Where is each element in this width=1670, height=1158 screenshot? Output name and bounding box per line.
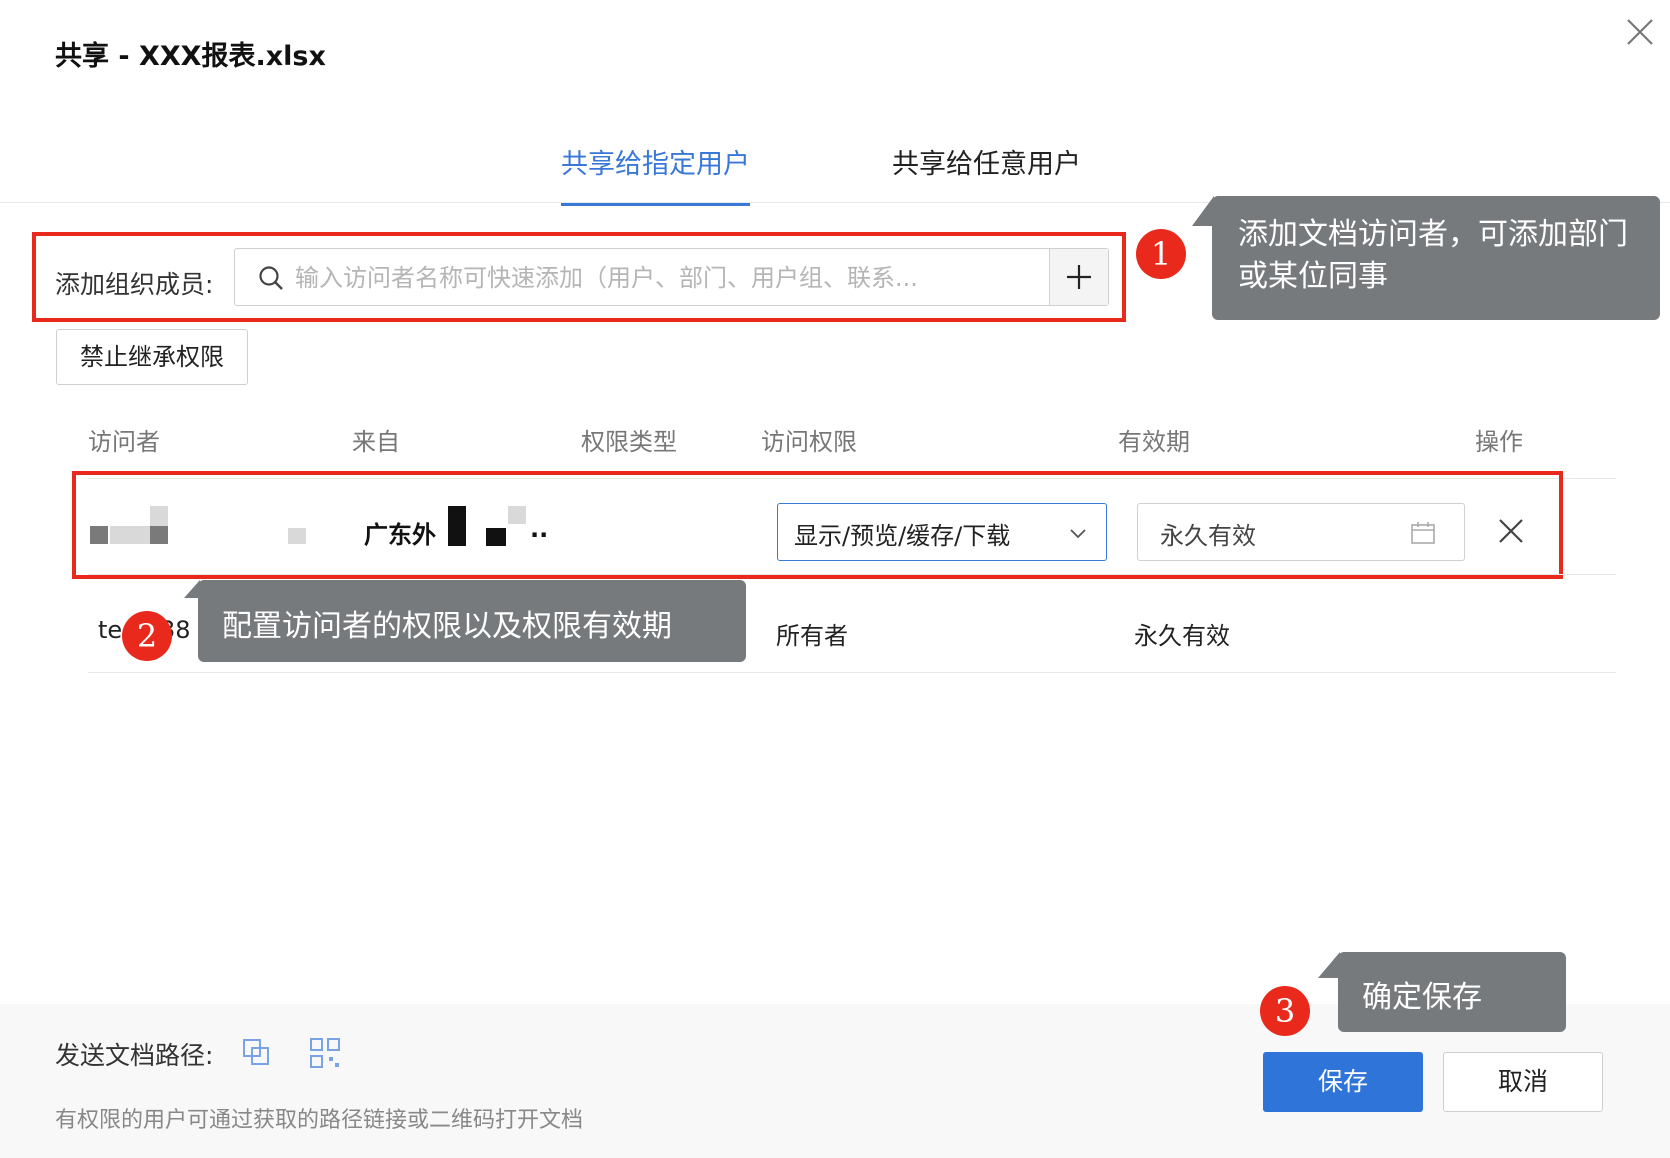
delete-icon [1499, 519, 1523, 543]
annotation-tooltip-3: 确定保存 [1338, 952, 1566, 1032]
annotation-badge-3: 3 [1260, 986, 1310, 1036]
annotation-text-1: 添加文档访问者，可添加部门或某位同事 [1238, 217, 1628, 294]
tooltip-pointer-2 [184, 580, 200, 598]
annotation-badge-1: 1 [1136, 229, 1186, 279]
send-path-hint: 有权限的用户可通过获取的路径链接或二维码打开文档 [55, 1108, 584, 1133]
table-row-2-visitor: te [98, 616, 123, 644]
column-header-from: 来自 [352, 428, 400, 456]
access-permission-select[interactable]: 显示/预览/缓存/下载 [777, 503, 1107, 561]
tab-share-specified-users[interactable]: 共享给指定用户 [561, 142, 750, 206]
tab-bar: 共享给指定用户 共享给任意用户 [0, 130, 1670, 206]
add-member-button[interactable] [1049, 249, 1108, 305]
annotation-tooltip-2: 配置访问者的权限以及权限有效期 [198, 580, 746, 662]
column-header-visitor: 访问者 [88, 428, 160, 456]
tab-share-any-users[interactable]: 共享给任意用户 [892, 142, 1081, 203]
table-row-1-from: 广东外 [364, 521, 436, 549]
column-header-permission-type: 权限类型 [581, 428, 677, 456]
save-button[interactable]: 保存 [1263, 1052, 1423, 1112]
chevron-down-icon [1070, 529, 1086, 539]
qrcode-icon[interactable] [308, 1036, 342, 1070]
table-row-1-from-redacted [444, 506, 544, 550]
plus-icon [1067, 265, 1091, 289]
annotation-text-3: 确定保存 [1362, 980, 1482, 1015]
annotation-badge-2: 2 [122, 611, 172, 661]
cancel-button[interactable]: 取消 [1443, 1052, 1603, 1112]
annotation-text-2: 配置访问者的权限以及权限有效期 [222, 609, 672, 644]
calendar-icon [1411, 522, 1435, 544]
delete-visitor-button[interactable] [1492, 512, 1530, 550]
search-input[interactable] [293, 259, 1032, 297]
copy-link-icon[interactable] [240, 1036, 274, 1070]
table-row-1-from-ellipsis: .. [530, 515, 549, 543]
disable-inheritance-button[interactable]: 禁止继承权限 [56, 329, 248, 385]
tooltip-pointer-1 [1192, 196, 1214, 226]
table-divider [88, 672, 1616, 673]
table-row-2-validity: 永久有效 [1134, 622, 1230, 650]
column-header-actions: 操作 [1475, 428, 1523, 456]
validity-date-picker[interactable]: 永久有效 [1137, 503, 1465, 561]
column-header-access: 访问权限 [761, 428, 857, 456]
add-member-label: 添加组织成员: [55, 270, 214, 299]
dialog-title: 共享 - XXX报表.xlsx [55, 41, 326, 72]
send-path-label: 发送文档路径: [55, 1041, 214, 1070]
column-header-validity: 有效期 [1118, 428, 1190, 456]
close-icon[interactable] [1620, 12, 1660, 52]
add-member-search [234, 248, 1109, 306]
annotation-tooltip-1: 添加文档访问者，可添加部门或某位同事 [1212, 196, 1660, 320]
table-row-1-visitor-redacted [88, 506, 318, 552]
table-divider [88, 574, 1616, 575]
table-row-2-access: 所有者 [776, 622, 848, 650]
tooltip-pointer-3 [1318, 952, 1340, 978]
search-icon [257, 264, 285, 292]
access-permission-value: 显示/预览/缓存/下载 [794, 522, 1011, 550]
validity-value: 永久有效 [1160, 522, 1256, 550]
